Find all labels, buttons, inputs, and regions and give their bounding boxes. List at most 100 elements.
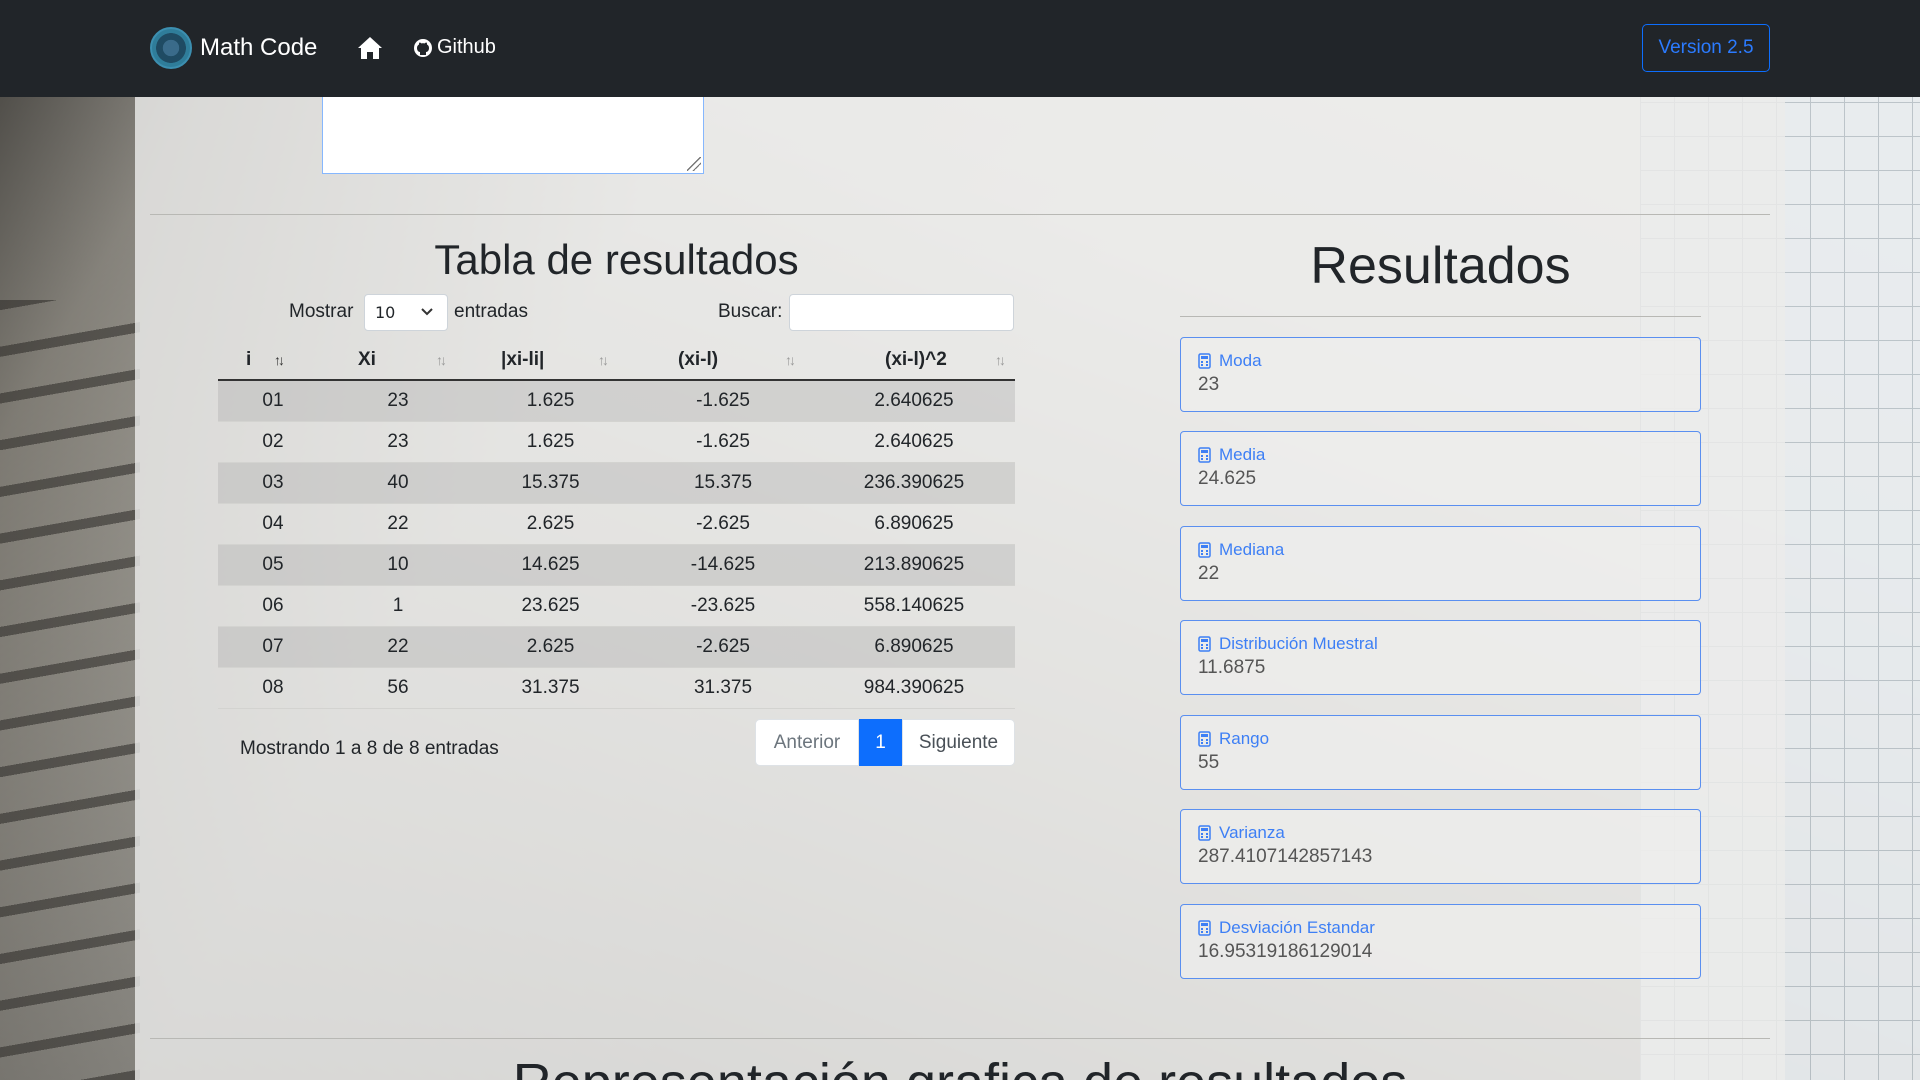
- github-label: Github: [437, 36, 496, 58]
- cell-abs-dev: 1.625: [468, 380, 633, 422]
- cell-xi: 1: [328, 585, 468, 627]
- results-title: Resultados: [1310, 237, 1571, 295]
- result-card-distribucion: Distribución Muestral 11.6875: [1180, 620, 1701, 695]
- table-row: 07 22 2.625 -2.625 6.890625: [218, 626, 1015, 668]
- sort-icon: ↑↓: [436, 352, 447, 368]
- cell-i: 08: [218, 667, 328, 709]
- table-title: Tabla de resultados: [434, 236, 799, 283]
- resize-grip-icon[interactable]: [687, 157, 701, 171]
- calculator-icon: [1198, 825, 1211, 841]
- col-label: (xi-l)^2: [885, 348, 947, 370]
- col-dev-header[interactable]: (xi-l) ↑↓: [633, 340, 813, 381]
- result-label: Varianza: [1219, 823, 1285, 842]
- section-divider: [150, 1038, 1770, 1039]
- background-spiral: [0, 300, 140, 1080]
- table-row: 04 22 2.625 -2.625 6.890625: [218, 503, 1015, 545]
- cell-xi: 56: [328, 667, 468, 709]
- cell-abs-dev: 15.375: [468, 462, 633, 504]
- cell-i: 06: [218, 585, 328, 627]
- cell-xi: 23: [328, 380, 468, 422]
- calculator-icon: [1198, 636, 1211, 652]
- table-row: 03 40 15.375 15.375 236.390625: [218, 462, 1015, 504]
- table-row: 06 1 23.625 -23.625 558.140625: [218, 585, 1015, 627]
- github-link[interactable]: Github: [413, 36, 496, 59]
- table-row: 05 10 14.625 -14.625 213.890625: [218, 544, 1015, 586]
- col-xi-header[interactable]: Xi ↑↓: [328, 340, 468, 381]
- page-1-button[interactable]: 1: [859, 719, 902, 766]
- cell-dev-sq: 984.390625: [813, 667, 1015, 709]
- version-button[interactable]: Version 2.5: [1642, 24, 1770, 72]
- pagination: Anterior 1 Siguiente: [755, 719, 1015, 766]
- result-value: 55: [1198, 752, 1220, 773]
- cell-i: 07: [218, 626, 328, 668]
- cell-abs-dev: 2.625: [468, 503, 633, 545]
- result-label: Moda: [1219, 351, 1262, 370]
- result-label: Desviación Estandar: [1219, 918, 1375, 937]
- col-i-header[interactable]: i ↑↓: [218, 340, 328, 381]
- cell-i: 01: [218, 380, 328, 422]
- result-card-varianza: Varianza 287.4107142857143: [1180, 809, 1701, 884]
- github-icon: [414, 38, 432, 57]
- section-divider: [150, 214, 1770, 215]
- col-dev-sq-header[interactable]: (xi-l)^2 ↑↓: [813, 340, 1015, 381]
- cell-xi: 22: [328, 503, 468, 545]
- cell-dev-sq: 6.890625: [813, 503, 1015, 545]
- prev-page-button[interactable]: Anterior: [755, 719, 859, 766]
- cell-i: 03: [218, 462, 328, 504]
- calculator-icon: [1198, 447, 1211, 463]
- col-abs-dev-header[interactable]: |xi-li| ↑↓: [468, 340, 633, 381]
- calculator-icon: [1198, 542, 1211, 558]
- results-divider: [1180, 316, 1701, 317]
- col-label: Xi: [358, 348, 376, 370]
- col-label: i: [246, 348, 252, 370]
- table-row: 01 23 1.625 -1.625 2.640625: [218, 380, 1015, 422]
- result-card-rango: Rango 55: [1180, 715, 1701, 790]
- length-label: Mostrar: [289, 301, 354, 322]
- length-suffix: entradas: [454, 301, 528, 322]
- cell-dev: -14.625: [633, 544, 813, 586]
- navbar: Math Code Github Version 2.5: [0, 0, 1920, 97]
- search-input[interactable]: [789, 294, 1014, 331]
- cell-abs-dev: 14.625: [468, 544, 633, 586]
- result-value: 23: [1198, 374, 1220, 395]
- result-value: 11.6875: [1198, 657, 1266, 678]
- home-icon[interactable]: [357, 36, 383, 60]
- cell-dev: 15.375: [633, 462, 813, 504]
- next-page-button[interactable]: Siguiente: [902, 719, 1015, 766]
- cell-dev-sq: 558.140625: [813, 585, 1015, 627]
- cell-dev-sq: 2.640625: [813, 421, 1015, 463]
- cell-xi: 10: [328, 544, 468, 586]
- result-value: 22: [1198, 563, 1220, 584]
- cell-dev: -1.625: [633, 421, 813, 463]
- calculator-icon: [1198, 920, 1211, 936]
- sort-asc-icon: ↑↓: [274, 352, 285, 368]
- cell-dev: -1.625: [633, 380, 813, 422]
- cell-dev: 31.375: [633, 667, 813, 709]
- result-label: Rango: [1219, 729, 1270, 748]
- col-label: (xi-l): [678, 348, 719, 370]
- cell-dev: -2.625: [633, 626, 813, 668]
- brand-link[interactable]: Math Code: [150, 27, 317, 69]
- cell-abs-dev: 23.625: [468, 585, 633, 627]
- brand-logo-icon: [150, 27, 192, 69]
- col-label: |xi-li|: [501, 348, 545, 370]
- result-label: Mediana: [1219, 540, 1285, 559]
- cell-i: 04: [218, 503, 328, 545]
- brand-name: Math Code: [200, 34, 318, 61]
- entries-select[interactable]: 10: [364, 294, 448, 331]
- result-value: 24.625: [1198, 468, 1257, 489]
- cell-dev: -2.625: [633, 503, 813, 545]
- cell-xi: 23: [328, 421, 468, 463]
- data-input-textarea[interactable]: [322, 90, 704, 174]
- table-info: Mostrando 1 a 8 de 8 entradas: [240, 738, 499, 759]
- calculator-icon: [1198, 731, 1211, 747]
- cell-dev-sq: 236.390625: [813, 462, 1015, 504]
- cell-i: 05: [218, 544, 328, 586]
- calculator-icon: [1198, 353, 1211, 369]
- cell-dev-sq: 6.890625: [813, 626, 1015, 668]
- cell-abs-dev: 2.625: [468, 626, 633, 668]
- result-card-media: Media 24.625: [1180, 431, 1701, 506]
- sort-icon: ↑↓: [995, 352, 1006, 368]
- result-card-desviacion: Desviación Estandar 16.95319186129014: [1180, 904, 1701, 979]
- result-value: 287.4107142857143: [1198, 846, 1373, 867]
